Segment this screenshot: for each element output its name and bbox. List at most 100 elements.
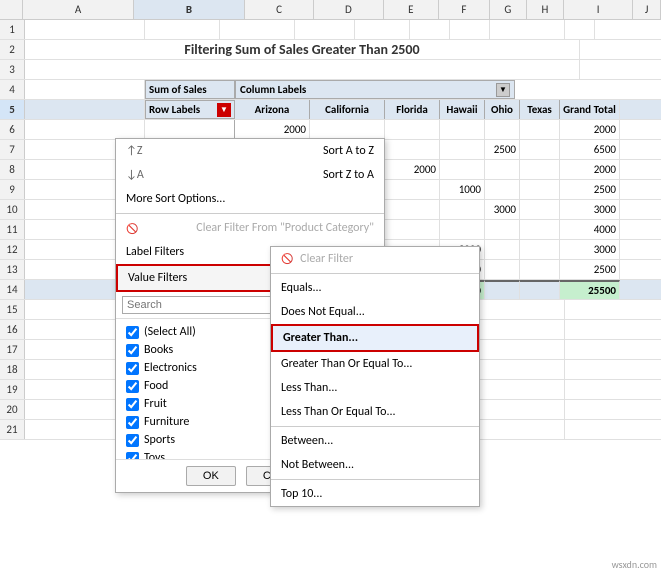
row-1: 1 [0, 20, 661, 40]
cell-e1[interactable] [295, 20, 355, 39]
cell-c1[interactable] [145, 20, 220, 39]
submenu-between[interactable]: Between... [271, 429, 479, 453]
sort-za-label: Sort Z to A [323, 168, 374, 182]
row-num-5: 5 [0, 100, 25, 119]
separator-1 [116, 213, 384, 214]
col-header-d[interactable]: D [314, 0, 383, 19]
checkbox-fruit-label: Fruit [144, 397, 167, 411]
checkbox-select-all-label: (Select All) [144, 325, 196, 339]
col-header-j[interactable]: J [633, 0, 661, 19]
col-header-g[interactable]: G [490, 0, 527, 19]
checkbox-select-all-input[interactable] [126, 326, 139, 339]
checkbox-fruit-input[interactable] [126, 398, 139, 411]
hawaii-header: Hawaii [440, 100, 485, 119]
col-header-c[interactable]: C [245, 0, 314, 19]
ok-button[interactable]: OK [186, 466, 236, 486]
more-sort-item[interactable]: More Sort Options... [116, 187, 384, 211]
clear-filter-item: 🚫 Clear Filter From "Product Category" [116, 216, 384, 240]
submenu-top10[interactable]: Top 10... [271, 482, 479, 506]
checkbox-toys-label: Toys [144, 451, 165, 459]
cell-b6[interactable] [25, 120, 145, 139]
col-header-h[interactable]: H [527, 0, 564, 19]
col-header-a[interactable]: A [23, 0, 134, 19]
value-filters-label: Value Filters [128, 271, 187, 285]
corner-cell [0, 0, 23, 19]
row-5: 5 Row Labels ▼ Arizona California Florid… [0, 100, 661, 120]
submenu-equals[interactable]: Equals... [271, 276, 479, 300]
cell-g1[interactable] [410, 20, 450, 39]
clear-filter-icon: 🚫 [126, 222, 138, 235]
sort-za-icon: ↓A [126, 168, 144, 182]
california-header: California [310, 100, 385, 119]
row-num-12: 12 [0, 240, 25, 259]
submenu-greater-than-label: Greater Than... [283, 331, 358, 345]
cell-i1[interactable] [490, 20, 565, 39]
cell-f1[interactable] [355, 20, 410, 39]
submenu-separator-1 [271, 273, 479, 274]
submenu-not-between-label: Not Between... [281, 458, 354, 472]
submenu-separator-3 [271, 479, 479, 480]
row-num-11: 11 [0, 220, 25, 239]
checkbox-food-input[interactable] [126, 380, 139, 393]
row-num-10: 10 [0, 200, 25, 219]
cell-b4[interactable] [25, 80, 145, 99]
checkbox-electronics-input[interactable] [126, 362, 139, 375]
cell-j1[interactable] [565, 20, 595, 39]
checkbox-books-input[interactable] [126, 344, 139, 357]
checkbox-sports-input[interactable] [126, 434, 139, 447]
row-num-3: 3 [0, 60, 25, 79]
submenu-less-than[interactable]: Less Than... [271, 376, 479, 400]
submenu-between-label: Between... [281, 434, 333, 448]
row-labels-header: Row Labels ▼ [145, 100, 235, 119]
submenu-not-equal-label: Does Not Equal... [281, 305, 365, 319]
col-labels-filter-btn[interactable]: ▼ [496, 83, 510, 97]
row-labels-filter-btn[interactable]: ▼ [217, 103, 231, 117]
col-header-i[interactable]: I [564, 0, 633, 19]
submenu-not-equal[interactable]: Does Not Equal... [271, 300, 479, 324]
cell-b5[interactable] [25, 100, 145, 119]
submenu-greater-than-or-equal-label: Greater Than Or Equal To... [281, 357, 412, 371]
pivot-col-labels-header: Column Labels ▼ [235, 80, 515, 99]
col-header-e[interactable]: E [384, 0, 439, 19]
submenu-greater-than-or-equal[interactable]: Greater Than Or Equal To... [271, 352, 479, 376]
checkbox-furniture-input[interactable] [126, 416, 139, 429]
col-header-f[interactable]: F [439, 0, 490, 19]
cell-h1[interactable] [450, 20, 490, 39]
row-6: 6 2000 2000 [0, 120, 661, 140]
checkbox-sports-label: Sports [144, 433, 175, 447]
spreadsheet: A B C D E F G H I J 1 2 Filtering Sum of… [0, 0, 661, 573]
column-headers: A B C D E F G H I J [0, 0, 661, 20]
row-3: 3 [0, 60, 661, 80]
cell-b3[interactable] [25, 60, 580, 79]
checkbox-electronics-label: Electronics [144, 361, 197, 375]
row-num-13: 13 [0, 260, 25, 279]
watermark: wsxdn.com [612, 558, 657, 571]
row-num-4: 4 [0, 80, 25, 99]
label-filters-label: Label Filters [126, 245, 184, 259]
row-num-1: 1 [0, 20, 25, 39]
row-2: 2 Filtering Sum of Sales Greater Than 25… [0, 40, 661, 60]
value-filters-submenu: 🚫 Clear Filter Equals... Does Not Equal.… [270, 246, 480, 507]
cell-b1[interactable] [25, 20, 145, 39]
submenu-clear-filter-label: Clear Filter [300, 252, 353, 266]
grand-total-header: Grand Total [560, 100, 620, 119]
pivot-sum-sales-header: Sum of Sales [145, 80, 235, 99]
submenu-less-than-or-equal[interactable]: Less Than Or Equal To... [271, 400, 479, 424]
sort-az-item[interactable]: ↑Z Sort A to Z [116, 139, 384, 163]
sort-az-icon: ↑Z [126, 144, 142, 158]
sort-za-item[interactable]: ↓A Sort Z to A [116, 163, 384, 187]
row-num-6: 6 [0, 120, 25, 139]
checkbox-books-label: Books [144, 343, 173, 357]
more-sort-label: More Sort Options... [126, 192, 225, 206]
checkbox-toys-input[interactable] [126, 452, 139, 460]
row-num-8: 8 [0, 160, 25, 179]
row-num-9: 9 [0, 180, 25, 199]
row-num-7: 7 [0, 140, 25, 159]
submenu-clear-filter-icon: 🚫 [281, 252, 293, 265]
submenu-not-between[interactable]: Not Between... [271, 453, 479, 477]
row-num-14: 14 [0, 280, 25, 299]
pivot-title: Filtering Sum of Sales Greater Than 2500 [25, 40, 580, 59]
col-header-b[interactable]: B [134, 0, 245, 19]
cell-d1[interactable] [220, 20, 295, 39]
submenu-greater-than[interactable]: Greater Than... [271, 324, 479, 352]
